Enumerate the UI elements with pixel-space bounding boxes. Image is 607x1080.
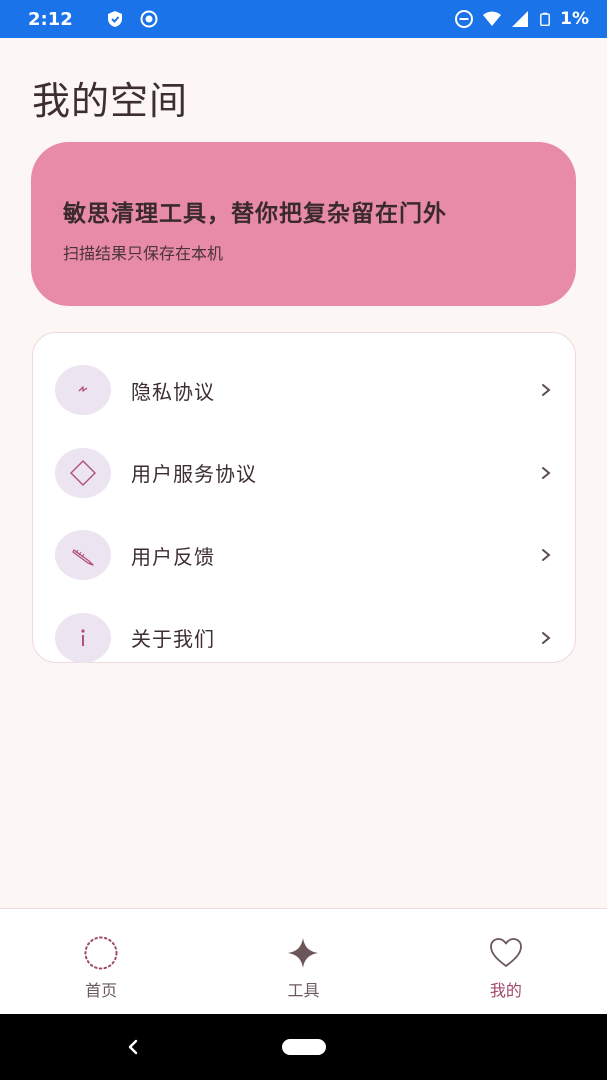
menu-item-label: 隐私协议: [131, 379, 215, 404]
chevron-right-icon: [542, 384, 551, 397]
bottom-nav: 首页 工具 我的: [0, 908, 607, 1014]
chevron-right-icon: [542, 549, 551, 562]
status-bar: 2:12 1%: [0, 0, 607, 38]
menu-item-feedback[interactable]: 用户反馈: [33, 514, 575, 597]
signal-icon: [512, 11, 529, 27]
info-icon: [81, 629, 85, 646]
nav-tab-mine[interactable]: 我的: [405, 909, 607, 1014]
menu-item-user-agreement[interactable]: 用户服务协议: [33, 432, 575, 515]
menu-icon-container: [55, 530, 111, 581]
dotted-circle-icon: [84, 936, 118, 970]
menu-item-privacy-policy[interactable]: 隐私协议: [33, 349, 575, 432]
menu-item-label: 关于我们: [131, 627, 215, 652]
do-not-disturb-icon: [455, 10, 474, 28]
chevron-right-icon: [542, 631, 551, 644]
battery-percent: 1%: [560, 9, 589, 29]
menu-item-about-us[interactable]: 关于我们: [33, 597, 575, 680]
nav-tab-tools[interactable]: 工具: [202, 909, 404, 1014]
banner-subtitle: 扫描结果只保存在本机: [63, 244, 224, 263]
nav-label: 首页: [85, 981, 118, 1000]
nav-label: 我的: [489, 981, 522, 1000]
shield-icon: [107, 11, 122, 27]
wifi-icon: [483, 11, 502, 26]
record-icon: [140, 10, 158, 28]
status-right: 1%: [454, 9, 589, 29]
lightning-icon: [78, 386, 88, 392]
promo-banner: 敏思清理工具，替你把复杂留在门外 扫描结果只保存在本机: [31, 142, 576, 306]
home-pill-button[interactable]: [281, 1039, 326, 1055]
menu-icon-container: [55, 447, 111, 498]
menu-item-label: 用户反馈: [131, 544, 215, 569]
banner-title: 敏思清理工具，替你把复杂留在门外: [63, 201, 447, 227]
battery-icon: [540, 12, 551, 26]
system-nav-bar: [0, 1014, 607, 1080]
status-left: 2:12: [28, 9, 159, 30]
status-time: 2:12: [28, 8, 73, 30]
chevron-right-icon: [542, 466, 551, 479]
menu-icon-container: [55, 365, 111, 416]
settings-menu: 隐私协议 用户服务协议 用户反馈 关于我们: [32, 332, 576, 663]
menu-icon-container: [55, 612, 111, 663]
page-title: 我的空间: [32, 79, 189, 123]
heart-icon: [489, 938, 522, 967]
back-icon[interactable]: [126, 1036, 140, 1058]
sparkle-icon: [288, 938, 319, 968]
pencil-icon: [72, 549, 94, 566]
menu-item-label: 用户服务协议: [131, 462, 257, 487]
nav-tab-home[interactable]: 首页: [0, 909, 202, 1014]
nav-label: 工具: [287, 981, 320, 1000]
diamond-icon: [70, 459, 96, 486]
